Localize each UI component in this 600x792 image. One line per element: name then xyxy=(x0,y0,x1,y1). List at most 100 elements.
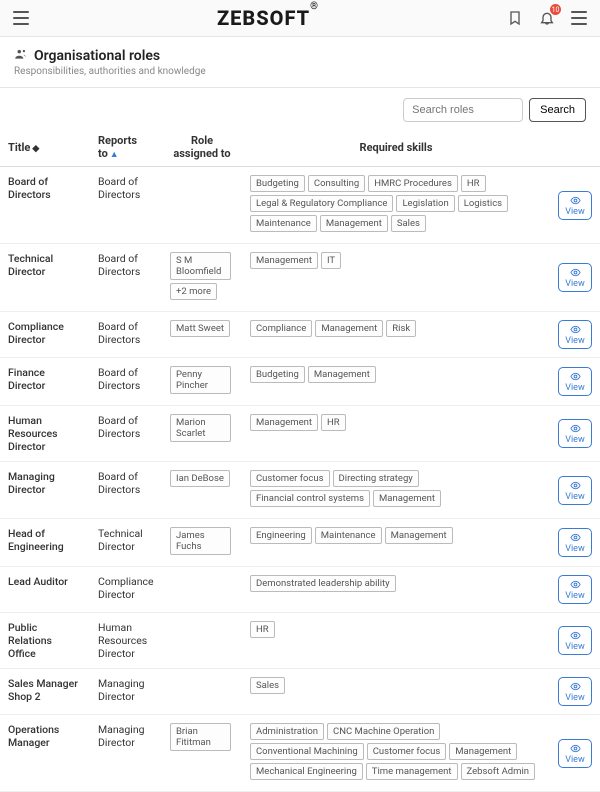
skill-tag[interactable]: IT xyxy=(321,252,341,269)
skill-tag[interactable]: Logistics xyxy=(458,195,508,212)
skill-tag[interactable]: Compliance xyxy=(250,320,312,337)
col-reports-to[interactable]: Reports to▲ xyxy=(90,128,162,167)
assigned-tag[interactable]: Matt Sweet xyxy=(170,320,230,337)
action-cell: View xyxy=(550,312,600,358)
skill-tag[interactable]: Management xyxy=(308,366,376,383)
view-button[interactable]: View xyxy=(558,419,592,448)
skill-tag[interactable]: Management xyxy=(385,527,453,544)
notification-badge: 10 xyxy=(550,4,561,15)
menu-left-icon[interactable] xyxy=(10,7,32,29)
skill-tag[interactable]: HMRC Procedures xyxy=(368,175,458,192)
assigned-tag[interactable]: Brian Fititman xyxy=(170,723,231,751)
view-button[interactable]: View xyxy=(558,739,592,768)
skill-tag[interactable]: Financial control systems xyxy=(250,490,370,507)
skill-tag[interactable]: Customer focus xyxy=(250,470,330,487)
assigned-tag[interactable]: Penny Pincher xyxy=(170,366,231,394)
skill-tag[interactable]: Zebsoft Admin xyxy=(461,763,536,780)
view-button[interactable]: View xyxy=(558,320,592,349)
skill-tag[interactable]: Management xyxy=(315,320,383,337)
action-cell: View xyxy=(550,715,600,792)
view-button[interactable]: View xyxy=(558,476,592,505)
skill-tag[interactable]: Management xyxy=(250,252,318,269)
sort-icon: ◆ xyxy=(32,144,39,154)
reports-to: Managing Director xyxy=(90,715,162,792)
skill-tag[interactable]: Sales xyxy=(250,677,285,694)
skill-tag[interactable]: Maintenance xyxy=(315,527,382,544)
assigned-tag[interactable]: Ian DeBose xyxy=(170,470,230,487)
view-button[interactable]: View xyxy=(558,575,592,604)
action-cell: View xyxy=(550,567,600,613)
view-button[interactable]: View xyxy=(558,263,592,292)
skill-tag[interactable]: Management xyxy=(449,743,517,760)
assigned-to: Penny Pincher xyxy=(162,358,242,406)
view-button[interactable]: View xyxy=(558,626,592,655)
skill-tag[interactable]: CNC Machine Operation xyxy=(327,723,440,740)
skill-tag[interactable]: Risk xyxy=(386,320,416,337)
reports-to: Board of Directors xyxy=(90,244,162,312)
assigned-tag[interactable]: Marion Scarlet xyxy=(170,414,231,442)
role-title: Lead Auditor xyxy=(0,567,90,613)
bookmark-icon[interactable] xyxy=(504,7,526,29)
skill-tag[interactable]: Conventional Machining xyxy=(250,743,364,760)
skill-tag[interactable]: Sales xyxy=(391,215,426,232)
bell-icon[interactable]: 10 xyxy=(536,7,558,29)
role-title: Head of Engineering xyxy=(0,519,90,567)
action-cell: View xyxy=(550,519,600,567)
skill-tag[interactable]: Time management xyxy=(366,763,458,780)
assigned-to: Marion Scarlet xyxy=(162,406,242,462)
assigned-to xyxy=(162,669,242,715)
role-title: Human Resources Director xyxy=(0,406,90,462)
assigned-to: Brian Fititman xyxy=(162,715,242,792)
assigned-to: James Fuchs xyxy=(162,519,242,567)
skill-tag[interactable]: Legal & Regulatory Compliance xyxy=(250,195,393,212)
skill-tag[interactable]: Administration xyxy=(250,723,324,740)
skill-tag[interactable]: Demonstrated leadership ability xyxy=(250,575,396,592)
table-row: Head of EngineeringTechnical Director Jam… xyxy=(0,519,600,567)
view-button[interactable]: View xyxy=(558,191,592,220)
skills: ManagementHR xyxy=(242,406,550,462)
table-row: Human Resources DirectorBoard of Directo… xyxy=(0,406,600,462)
search-input[interactable] xyxy=(403,98,523,122)
role-title: Compliance Director xyxy=(0,312,90,358)
skill-tag[interactable]: Legislation xyxy=(396,195,454,212)
assigned-tag[interactable]: James Fuchs xyxy=(170,527,231,555)
skill-tag[interactable]: Mechanical Engineering xyxy=(250,763,363,780)
table-row: Operations ManagerManaging DirectorBrian… xyxy=(0,715,600,792)
role-title: Board of Directors xyxy=(0,167,90,244)
skills: BudgetingManagement xyxy=(242,358,550,406)
skill-tag[interactable]: HR xyxy=(321,414,346,431)
reports-to: Technical Director xyxy=(90,519,162,567)
reports-to: Human Resources Director xyxy=(90,613,162,669)
skill-tag[interactable]: Maintenance xyxy=(250,215,317,232)
col-title[interactable]: Title◆ xyxy=(0,128,90,167)
skill-tag[interactable]: Engineering xyxy=(250,527,312,544)
skill-tag[interactable]: Directing strategy xyxy=(333,470,419,487)
view-button[interactable]: View xyxy=(558,528,592,557)
assigned-to: Matt Sweet xyxy=(162,312,242,358)
skill-tag[interactable]: Consulting xyxy=(308,175,365,192)
view-button[interactable]: View xyxy=(558,367,592,396)
menu-right-icon[interactable] xyxy=(568,7,590,29)
skill-tag[interactable]: Budgeting xyxy=(250,366,305,383)
col-actions xyxy=(550,128,600,167)
skill-tag[interactable]: HR xyxy=(461,175,486,192)
skill-tag[interactable]: Management xyxy=(373,490,441,507)
assigned-tag[interactable]: +2 more xyxy=(170,283,217,300)
skill-tag[interactable]: Management xyxy=(320,215,388,232)
table-row: Managing DirectorBoard of DirectorsIan D… xyxy=(0,462,600,519)
page-title: Organisational roles xyxy=(34,48,160,64)
view-button[interactable]: View xyxy=(558,677,592,706)
skills: ManagementIT xyxy=(242,244,550,312)
assigned-to xyxy=(162,567,242,613)
assigned-to xyxy=(162,613,242,669)
assigned-tag[interactable]: S M Bloomfield xyxy=(170,252,231,280)
assigned-to: Ian DeBose xyxy=(162,462,242,519)
table-row: Lead AuditorCompliance DirectorDemonstra… xyxy=(0,567,600,613)
skill-tag[interactable]: Management xyxy=(250,414,318,431)
skill-tag[interactable]: Budgeting xyxy=(250,175,305,192)
skill-tag[interactable]: HR xyxy=(250,621,275,638)
table-row: Finance DirectorBoard of DirectorsPenny … xyxy=(0,358,600,406)
action-cell: View xyxy=(550,613,600,669)
skill-tag[interactable]: Customer focus xyxy=(367,743,447,760)
search-button[interactable]: Search xyxy=(529,98,586,122)
